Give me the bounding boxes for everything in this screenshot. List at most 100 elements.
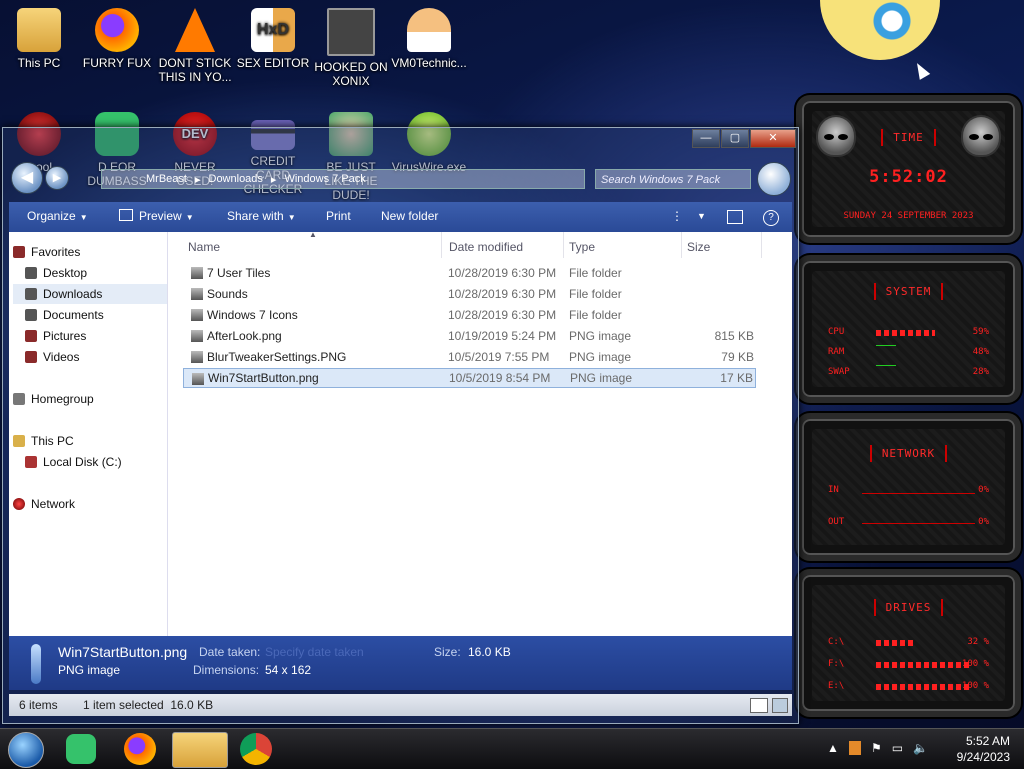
date-taken-field[interactable]: Specify date taken — [265, 645, 364, 659]
nav-homegroup[interactable]: Homegroup — [13, 389, 167, 409]
nav-pictures[interactable]: Pictures — [13, 326, 167, 346]
hxd-icon: HxD — [251, 8, 295, 52]
ram-bar — [876, 345, 896, 346]
print-button[interactable]: Print — [326, 202, 351, 232]
preview-button[interactable]: Preview ▼ — [119, 202, 194, 232]
sidebar-gadgets: time 5:52:02 Sunday 24 September 2023 sy… — [796, 95, 1021, 720]
item-count: 6 items — [19, 698, 58, 712]
details-filetype: PNG image — [58, 663, 121, 677]
image-file-icon — [191, 351, 203, 363]
desktop-icon-xonix[interactable]: HOOKED ON XONIX — [312, 8, 390, 88]
details-pane: Win7StartButton.png PNG image Date taken… — [9, 636, 792, 690]
taskbar-clock[interactable]: 5:52 AM 9/24/2023 — [957, 733, 1010, 765]
volume-icon[interactable]: 🔈 — [913, 741, 928, 755]
nav-local-disk[interactable]: Local Disk (C:) — [13, 452, 167, 472]
green-app-taskbar-icon[interactable] — [66, 734, 96, 764]
desktop-icon-this-pc[interactable]: This PC — [0, 8, 78, 70]
help-icon[interactable]: ? — [763, 202, 779, 232]
network-icon — [13, 498, 25, 510]
column-size[interactable]: Size — [687, 240, 710, 254]
nav-desktop[interactable]: Desktop — [13, 263, 167, 283]
nav-downloads[interactable]: Downloads — [13, 284, 167, 304]
desktop-icon-dont-stick[interactable]: DONT STICK THIS IN YO... — [156, 8, 234, 84]
desktop-icon-label: FURRY FUX — [82, 56, 152, 70]
organize-button[interactable]: Organize ▼ — [27, 202, 88, 232]
drive-f-bar — [876, 662, 972, 668]
chrome-taskbar-icon[interactable] — [240, 733, 272, 765]
ram-row: RAM 48% — [828, 345, 989, 357]
column-name[interactable]: Name — [188, 240, 220, 254]
videos-icon — [25, 351, 37, 363]
system-tray: ▲ ⚑ ▭ 🔈 — [827, 741, 928, 755]
details-view-icon[interactable] — [750, 698, 768, 713]
image-file-icon — [192, 373, 204, 385]
size-value: 16.0 KB — [468, 645, 511, 659]
share-with-button[interactable]: Share with ▼ — [227, 202, 296, 232]
homegroup-icon — [13, 393, 25, 405]
show-hidden-icons-icon[interactable]: ▲ — [827, 741, 839, 755]
back-button[interactable]: ◀ — [11, 162, 43, 194]
app-tray-icon[interactable] — [848, 741, 861, 755]
desktop-icon-sex-editor[interactable]: HxD SEX EDITOR — [234, 8, 312, 70]
column-headers: Name ▲ Date modified Type Size — [185, 230, 792, 258]
search-input[interactable]: Search Windows 7 Pack — [595, 169, 751, 189]
status-bar: 6 items 1 item selected 16.0 KB — [9, 694, 792, 716]
cpu-bar — [876, 330, 935, 336]
nav-network[interactable]: Network — [13, 494, 167, 514]
back-arrow-icon: ◀ — [20, 169, 34, 186]
minimize-button[interactable]: — — [692, 129, 720, 148]
close-button[interactable]: ✕ — [750, 129, 796, 148]
folder-icon — [17, 8, 61, 52]
large-icons-view-icon[interactable] — [772, 698, 788, 713]
file-row-selected[interactable]: Win7StartButton.png 10/5/2019 8:54 PM PN… — [183, 368, 756, 388]
drive-e-row: E:\ 100 % — [828, 681, 989, 691]
drive-c-bar — [876, 640, 916, 646]
flag-icon[interactable]: ⚑ — [871, 741, 882, 755]
file-row[interactable]: AfterLook.png 10/19/2019 5:24 PM PNG ima… — [183, 326, 756, 346]
navigation-bar: ◀ ▶ MrBeast ▸ Downloads ▸ Windows 7 Pack… — [9, 162, 792, 196]
nav-favorites[interactable]: Favorites — [13, 242, 167, 262]
file-row[interactable]: 7 User Tiles 10/28/2019 6:30 PM File fol… — [183, 263, 756, 283]
column-date-modified[interactable]: Date modified — [449, 240, 523, 254]
nav-videos[interactable]: Videos — [13, 347, 167, 367]
nav-documents[interactable]: Documents — [13, 305, 167, 325]
file-explorer-taskbar-icon[interactable] — [172, 732, 228, 768]
breadcrumb-item[interactable]: Windows 7 Pack — [284, 173, 365, 185]
forward-arrow-icon: ▶ — [52, 172, 62, 184]
network-tray-icon[interactable]: ▭ — [892, 741, 903, 755]
file-row[interactable]: BlurTweakerSettings.PNG 10/5/2019 7:55 P… — [183, 347, 756, 367]
address-bar[interactable]: MrBeast ▸ Downloads ▸ Windows 7 Pack — [101, 169, 585, 189]
start-button[interactable] — [8, 732, 44, 768]
xonix-icon — [327, 8, 375, 56]
taskbar-date: 9/24/2023 — [956, 750, 1010, 764]
file-row[interactable]: Windows 7 Icons 10/28/2019 6:30 PM File … — [183, 305, 756, 325]
computer-icon — [13, 435, 25, 447]
nav-this-pc[interactable]: This PC — [13, 431, 167, 451]
column-type[interactable]: Type — [569, 240, 595, 254]
search-icon[interactable] — [757, 162, 791, 196]
folder-icon — [191, 267, 203, 279]
view-dropdown-icon[interactable]: ▼ — [697, 202, 706, 232]
image-file-icon — [191, 330, 203, 342]
net-out-graph — [862, 523, 975, 524]
file-row[interactable]: Sounds 10/28/2019 6:30 PM File folder — [183, 284, 756, 304]
maximize-button[interactable]: ▢ — [721, 129, 749, 148]
vlc-cone-icon — [175, 8, 215, 52]
details-filename: Win7StartButton.png — [58, 644, 188, 660]
forward-button[interactable]: ▶ — [45, 166, 69, 190]
breadcrumb-item[interactable]: Downloads — [209, 173, 263, 185]
breadcrumb-item[interactable]: MrBeast — [146, 173, 187, 185]
gadget-title: drives — [802, 599, 1015, 616]
desktop-icon-label: VM0Technic... — [391, 56, 467, 70]
gadget-title: system — [802, 283, 1015, 300]
caption-buttons: — ▢ ✕ — [691, 129, 796, 148]
desktop-icon-vm0[interactable]: VM0Technic... — [390, 8, 468, 70]
view-options-icon[interactable]: ⋮ — [671, 202, 683, 232]
command-bar: Organize ▼ Preview ▼ Share with ▼ Print New… — [9, 202, 792, 232]
gadget-clock: 5:52:02 — [869, 167, 948, 187]
new-folder-button[interactable]: New folder — [381, 202, 438, 232]
preview-pane-icon[interactable] — [727, 202, 743, 232]
desktop-icon-furry-fux[interactable]: FURRY FUX — [78, 8, 156, 70]
firefox-taskbar-icon[interactable] — [124, 733, 156, 765]
swap-bar — [876, 365, 896, 366]
